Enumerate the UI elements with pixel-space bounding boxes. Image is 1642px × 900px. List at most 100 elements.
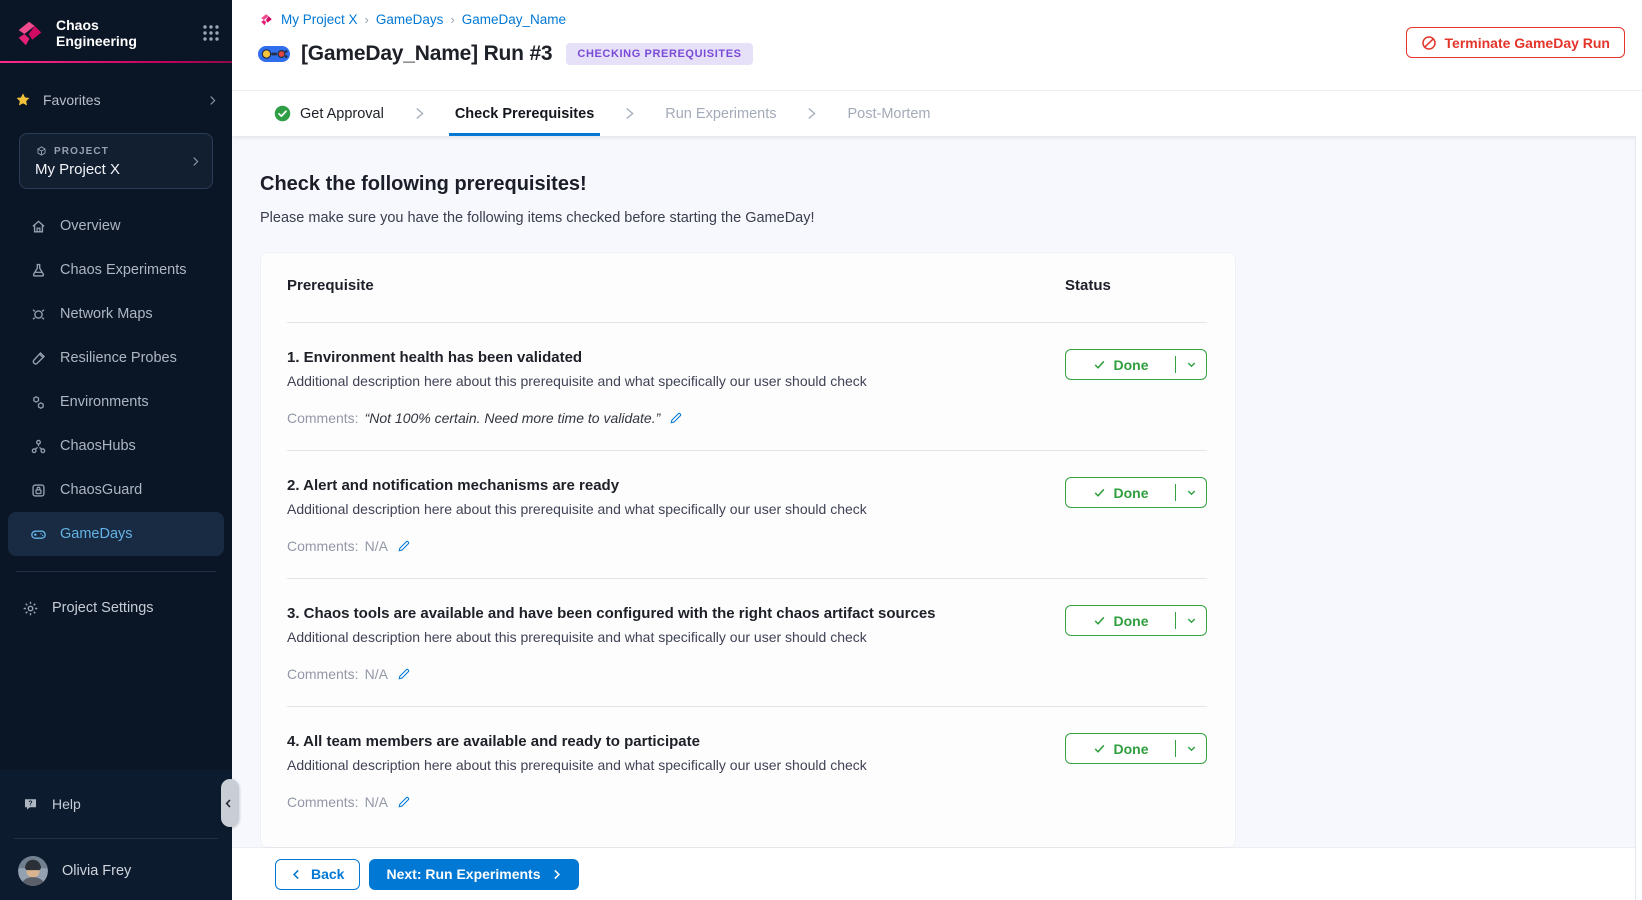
user-menu[interactable]: Olivia Frey xyxy=(18,852,218,890)
sidebar-item-chaosguard[interactable]: ChaosGuard xyxy=(8,468,224,512)
network-map-icon xyxy=(30,306,47,323)
breadcrumb-link[interactable]: GameDays xyxy=(376,12,444,27)
sidebar-item-overview[interactable]: Overview xyxy=(8,204,224,248)
sidebar-divider xyxy=(16,571,216,572)
harness-mark-icon xyxy=(259,12,274,27)
back-button[interactable]: Back xyxy=(275,859,360,890)
sidebar-item-environments[interactable]: Environments xyxy=(8,380,224,424)
step-get-approval[interactable]: Get Approval xyxy=(268,91,390,136)
vertical-scrollbar[interactable] xyxy=(1635,136,1642,900)
svg-text:?: ? xyxy=(28,800,32,807)
check-icon xyxy=(1093,486,1106,499)
breadcrumb-link[interactable]: My Project X xyxy=(281,12,358,27)
step-check-prerequisites[interactable]: Check Prerequisites xyxy=(449,91,600,136)
status-done-button[interactable]: Done xyxy=(1065,349,1207,380)
favorites-label: Favorites xyxy=(43,92,101,108)
prerequisite-title: 3. Chaos tools are available and have be… xyxy=(287,579,1047,622)
edit-pencil-icon[interactable] xyxy=(669,411,683,425)
probe-icon xyxy=(30,350,47,367)
chevron-left-icon xyxy=(291,869,302,880)
avatar xyxy=(18,856,48,886)
project-name: My Project X xyxy=(35,161,189,178)
prerequisite-title: 2. Alert and notification mechanisms are… xyxy=(287,451,1047,494)
prerequisite-row: 1. Environment health has been validated… xyxy=(287,323,1207,451)
section-heading: Check the following prerequisites! xyxy=(260,173,1642,196)
status-badge: CHECKING PREREQUISITES xyxy=(566,43,752,65)
module-grid-icon[interactable] xyxy=(200,22,222,44)
prerequisite-row: 3. Chaos tools are available and have be… xyxy=(287,579,1207,707)
terminate-gameday-button[interactable]: Terminate GameDay Run xyxy=(1406,27,1625,58)
prerequisite-title: 4. All team members are available and re… xyxy=(287,707,1047,750)
sidebar-bottom: ? Help xyxy=(0,770,232,900)
prohibited-icon xyxy=(1421,35,1437,51)
app-root: Chaos Engineering Favorites xyxy=(0,0,1642,900)
prerequisite-row: 2. Alert and notification mechanisms are… xyxy=(287,451,1207,579)
check-icon xyxy=(1093,614,1106,627)
chevron-right-icon xyxy=(189,155,202,168)
sidebar-item-chaos-experiments[interactable]: Chaos Experiments xyxy=(8,248,224,292)
chevron-down-icon[interactable] xyxy=(1176,487,1206,498)
prerequisite-comments: Comments: N/A xyxy=(287,794,1207,810)
status-done-button[interactable]: Done xyxy=(1065,477,1207,508)
step-run-experiments[interactable]: Run Experiments xyxy=(659,91,782,136)
help-label: Help xyxy=(52,796,81,812)
prerequisite-description: Additional description here about this p… xyxy=(287,373,1047,389)
chevron-left-icon xyxy=(223,798,234,809)
prerequisite-description: Additional description here about this p… xyxy=(287,501,1047,517)
sidebar-divider xyxy=(14,838,218,839)
sidebar-item-project-settings[interactable]: Project Settings xyxy=(8,586,224,630)
edit-pencil-icon[interactable] xyxy=(397,795,411,809)
project-selector[interactable]: PROJECT My Project X xyxy=(19,133,213,189)
check-icon xyxy=(1093,742,1106,755)
help-chat-icon: ? xyxy=(22,796,39,813)
sidebar-item-network-maps[interactable]: Network Maps xyxy=(8,292,224,336)
step-separator-icon xyxy=(624,91,635,136)
gamepad-icon xyxy=(30,526,47,543)
prerequisite-rows: 1. Environment health has been validated… xyxy=(287,323,1207,835)
check-icon xyxy=(1093,358,1106,371)
project-settings-label: Project Settings xyxy=(52,600,154,616)
breadcrumb: My Project X›GameDays›GameDay_Name xyxy=(259,12,566,27)
sidebar-collapse-handle[interactable] xyxy=(221,779,239,827)
run-stepper: Get Approval Check Prerequisites Run Exp… xyxy=(232,90,1642,136)
table-header: Prerequisite Status xyxy=(287,253,1207,323)
brand-title: Chaos Engineering xyxy=(56,17,137,49)
status-done-button[interactable]: Done xyxy=(1065,605,1207,636)
prerequisite-row: 4. All team members are available and re… xyxy=(287,707,1207,835)
step-check-icon xyxy=(274,105,291,122)
chaos-engineering-logo-icon xyxy=(14,17,46,49)
step-post-mortem[interactable]: Post-Mortem xyxy=(841,91,936,136)
prerequisite-comments: Comments: N/A xyxy=(287,666,1207,682)
edit-pencil-icon[interactable] xyxy=(397,667,411,681)
home-icon xyxy=(30,218,47,235)
prerequisite-description: Additional description here about this p… xyxy=(287,629,1047,645)
breadcrumb-link[interactable]: GameDay_Name xyxy=(462,12,566,27)
footer-bar: Back Next: Run Experiments xyxy=(232,848,1642,900)
breadcrumb-separator: › xyxy=(365,12,369,27)
gamepad-icon xyxy=(257,42,291,66)
content-area: Check the following prerequisites! Pleas… xyxy=(232,136,1642,900)
chevron-right-icon xyxy=(551,869,562,880)
brand: Chaos Engineering xyxy=(14,10,222,56)
help-button[interactable]: ? Help xyxy=(22,788,218,820)
cube-icon xyxy=(35,145,48,158)
chevron-down-icon[interactable] xyxy=(1176,359,1206,370)
sidebar-item-chaoshubs[interactable]: ChaosHubs xyxy=(8,424,224,468)
column-status: Status xyxy=(1065,277,1207,294)
prerequisite-comments: Comments: “Not 100% certain. Need more t… xyxy=(287,410,1207,426)
section-subheading: Please make sure you have the following … xyxy=(260,210,1642,226)
status-done-button[interactable]: Done xyxy=(1065,733,1207,764)
prerequisite-comments: Comments: N/A xyxy=(287,538,1207,554)
next-run-experiments-button[interactable]: Next: Run Experiments xyxy=(369,859,578,890)
edit-pencil-icon[interactable] xyxy=(397,539,411,553)
prerequisites-card: Prerequisite Status 1. Environment healt… xyxy=(260,252,1236,848)
sidebar-item-resilience-probes[interactable]: Resilience Probes xyxy=(8,336,224,380)
environments-icon xyxy=(30,394,47,411)
star-icon xyxy=(15,92,31,108)
flask-icon xyxy=(30,262,47,279)
chevron-down-icon[interactable] xyxy=(1176,743,1206,754)
prerequisite-title: 1. Environment health has been validated xyxy=(287,323,1047,366)
favorites-row[interactable]: Favorites xyxy=(15,85,219,115)
sidebar-item-gamedays[interactable]: GameDays xyxy=(8,512,224,556)
chevron-down-icon[interactable] xyxy=(1176,615,1206,626)
